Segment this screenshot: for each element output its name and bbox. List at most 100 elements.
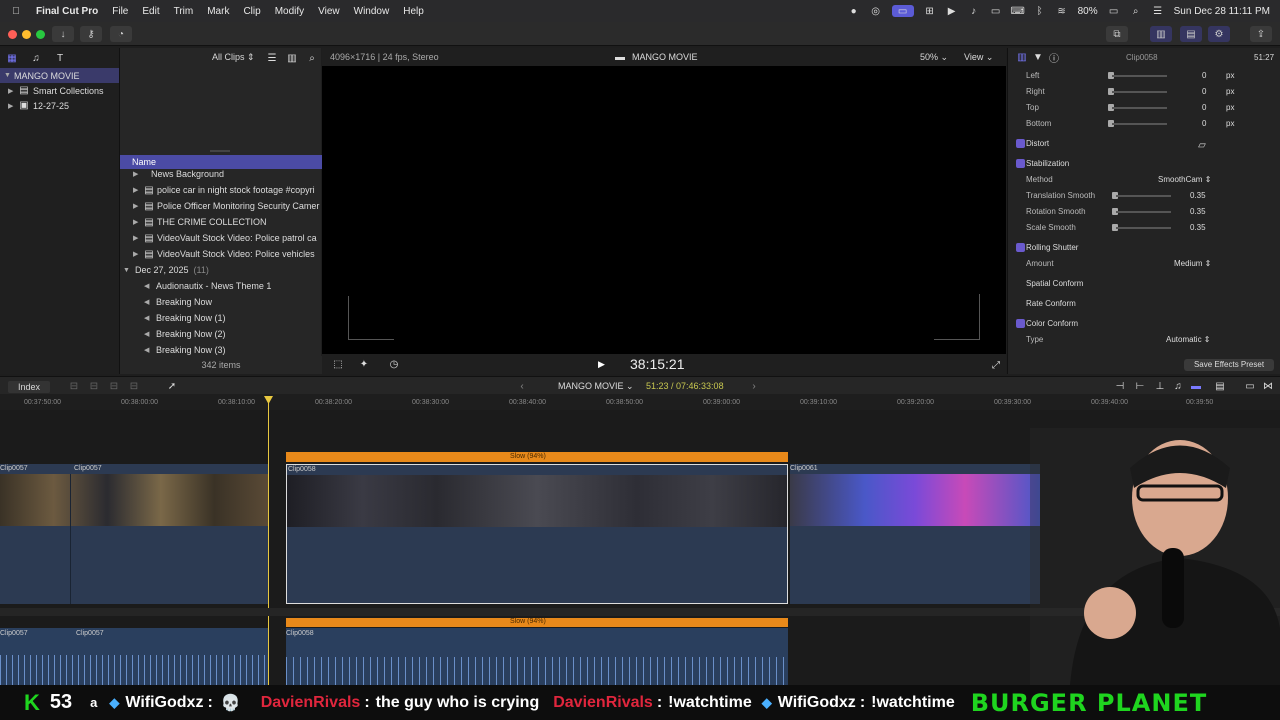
layout-inspector-button[interactable]: ⚙ [1208, 26, 1230, 42]
method-dropdown[interactable]: SmoothCam ⇕ [1158, 175, 1211, 184]
bluetooth-icon[interactable]: ᛒ [1034, 5, 1046, 17]
import-button[interactable]: ↓ [52, 26, 74, 42]
timeline-index-icon[interactable]: ▤ [1214, 380, 1226, 392]
menu-window[interactable]: Window [354, 6, 390, 17]
append-clip-icon[interactable]: ⊟ [108, 380, 120, 392]
rolling-shutter-checkbox[interactable] [1016, 243, 1025, 252]
type-row[interactable]: Type Automatic ⇕ [1008, 332, 1280, 348]
audio-retime-bar[interactable]: Slow (94%) [286, 618, 788, 627]
browser-row[interactable]: ◀ Audionautix - News Theme 1 [120, 278, 322, 294]
snapping-icon[interactable]: ▬ [1190, 380, 1202, 392]
crop-top-row[interactable]: Top 0 px [1008, 100, 1280, 116]
info-icon[interactable]: ⓘ [1048, 51, 1060, 65]
browser-row[interactable]: ▶ ▤ police car in night stock footage #cop… [120, 182, 322, 198]
menu-mark[interactable]: Mark [207, 6, 229, 17]
method-row[interactable]: Method SmoothCam ⇕ [1008, 172, 1280, 188]
clip-0057[interactable]: Clip0057 Clip0057 [0, 464, 268, 604]
titles-generators-icon[interactable]: T [54, 52, 66, 64]
video-inspector-icon[interactable]: ▥ [1016, 51, 1028, 63]
rolling-shutter-section[interactable]: Rolling Shutter [1008, 240, 1280, 256]
clip-appearance-icon[interactable]: ⊣ [1114, 380, 1126, 392]
rate-conform-section[interactable]: Rate Conform [1008, 296, 1280, 312]
menu-edit[interactable]: Edit [142, 6, 159, 17]
view-dropdown[interactable]: View ⌄ [964, 52, 993, 63]
menu-modify[interactable]: Modify [275, 6, 304, 17]
volume-icon[interactable]: ♪ [968, 5, 980, 17]
index-button[interactable]: Index [8, 381, 51, 393]
menubar-clock[interactable]: Sun Dec 28 11:11 PM [1174, 6, 1270, 17]
save-effects-preset-button[interactable]: Save Effects Preset [1184, 359, 1274, 371]
stabilization-checkbox[interactable] [1016, 159, 1025, 168]
menu-clip[interactable]: Clip [243, 6, 260, 17]
minimize-window-button[interactable] [22, 30, 31, 39]
disclosure-triangle-icon[interactable]: ▶ [8, 87, 18, 95]
close-timeline-icon[interactable]: ⋈ [1262, 380, 1274, 392]
playhead[interactable] [268, 398, 269, 688]
color-conform-checkbox[interactable] [1016, 319, 1025, 328]
zoom-window-button[interactable] [36, 30, 45, 39]
back-arrow-icon[interactable]: ‹ [516, 380, 528, 392]
app-menu[interactable]: Final Cut Pro [36, 6, 98, 17]
browser-row[interactable]: ◀ Breaking Now (2) [120, 326, 322, 342]
color-conform-section[interactable]: Color Conform [1008, 316, 1280, 332]
browser-row[interactable]: ◀ Breaking Now [120, 294, 322, 310]
crop-right-row[interactable]: Right 0 px [1008, 84, 1280, 100]
layout-timeline-button[interactable]: ▤ [1180, 26, 1202, 42]
type-dropdown[interactable]: Automatic ⇕ [1166, 335, 1211, 344]
keyboard-icon[interactable]: ⌨ [1010, 5, 1024, 17]
browser-row[interactable]: ▶ ▤ Police Officer Monitoring Security Cam… [120, 198, 322, 214]
apple-icon[interactable]:  [10, 5, 22, 17]
select-tool-icon[interactable]: ➚ [166, 380, 178, 392]
disclosure-triangle-icon[interactable]: ▼ [4, 72, 14, 79]
play-button[interactable]: ▶ [598, 359, 605, 370]
transform-icon[interactable]: ⬚ [332, 358, 344, 370]
wifi-icon[interactable]: ≋ [1056, 5, 1068, 17]
record-icon[interactable]: ● [848, 5, 860, 17]
library-item-event[interactable]: ▶ ▣ 12-27-25 [0, 98, 119, 113]
menu-help[interactable]: Help [403, 6, 424, 17]
scale-smooth-row[interactable]: Scale Smooth 0.35 [1008, 220, 1280, 236]
clip-0058[interactable]: Clip0058 [286, 464, 788, 604]
library-item-mango-movie[interactable]: ▼ MANGO MOVIE [0, 68, 119, 83]
retime-bar[interactable]: Slow (94%) [286, 452, 788, 462]
battery-icon[interactable]: ▭ [1108, 5, 1120, 17]
search-icon[interactable]: ⌕ [1130, 5, 1142, 17]
browser-row[interactable]: ◀ Breaking Now (1) [120, 310, 322, 326]
overwrite-clip-icon[interactable]: ⊟ [128, 380, 140, 392]
play-circle-icon[interactable]: ▶ [946, 5, 958, 17]
library-item-smart-collections[interactable]: ▶ ▤ Smart Collections [0, 83, 119, 98]
photos-audio-icon[interactable]: ♫ [30, 52, 42, 64]
mirror-icon[interactable]: ▭ [990, 5, 1002, 17]
headphones-icon[interactable]: ♫ [1172, 380, 1184, 392]
menu-trim[interactable]: Trim [174, 6, 194, 17]
skimming-icon[interactable]: ⊥ [1154, 380, 1166, 392]
amount-dropdown[interactable]: Medium ⇕ [1174, 259, 1211, 268]
background-tasks-button[interactable]: ◔ [110, 26, 132, 42]
connect-clip-icon[interactable]: ⊟ [68, 380, 80, 392]
amount-row[interactable]: Amount Medium ⇕ [1008, 256, 1280, 272]
filmstrip-icon[interactable]: ▥ [286, 52, 298, 64]
clip-0061[interactable]: Clip0061 [790, 464, 1040, 604]
zoom-dropdown[interactable]: 50% ⌄ [920, 52, 948, 63]
browser-row[interactable]: ▶ ▤ THE CRIME COLLECTION [120, 214, 322, 230]
control-center-icon[interactable]: ☰ [1152, 5, 1164, 17]
speed-icon[interactable]: ◷ [388, 358, 400, 370]
keyword-collection-button[interactable]: ⧉ [1106, 26, 1128, 42]
creative-cloud-icon[interactable]: ◎ [870, 5, 882, 17]
fullscreen-icon[interactable]: ⤢ [990, 359, 1002, 371]
distort-icon[interactable]: ▱ [1196, 139, 1208, 151]
event-group-header[interactable]: ▼ Dec 27, 2025 (11) [120, 262, 322, 278]
audio-clip-0057[interactable]: Clip0057 Clip0057 [0, 628, 268, 685]
list-view-icon[interactable]: ☰ [266, 52, 278, 64]
window-icon[interactable]: ▭ [1244, 380, 1256, 392]
grid-icon[interactable]: ⊞ [924, 5, 936, 17]
screen-share-icon[interactable]: ▭ [891, 5, 914, 17]
rotation-smooth-row[interactable]: Rotation Smooth 0.35 [1008, 204, 1280, 220]
audio-clip-0058[interactable]: Clip0058 [286, 628, 788, 685]
browser-row[interactable]: ▶ ▤ VideoVault Stock Video: Police patrol … [120, 230, 322, 246]
spatial-conform-section[interactable]: Spatial Conform [1008, 276, 1280, 292]
search-icon[interactable]: ⌕ [306, 52, 318, 64]
insert-clip-icon[interactable]: ⊟ [88, 380, 100, 392]
share-button[interactable]: ⇪ [1250, 26, 1272, 42]
menu-file[interactable]: File [112, 6, 128, 17]
